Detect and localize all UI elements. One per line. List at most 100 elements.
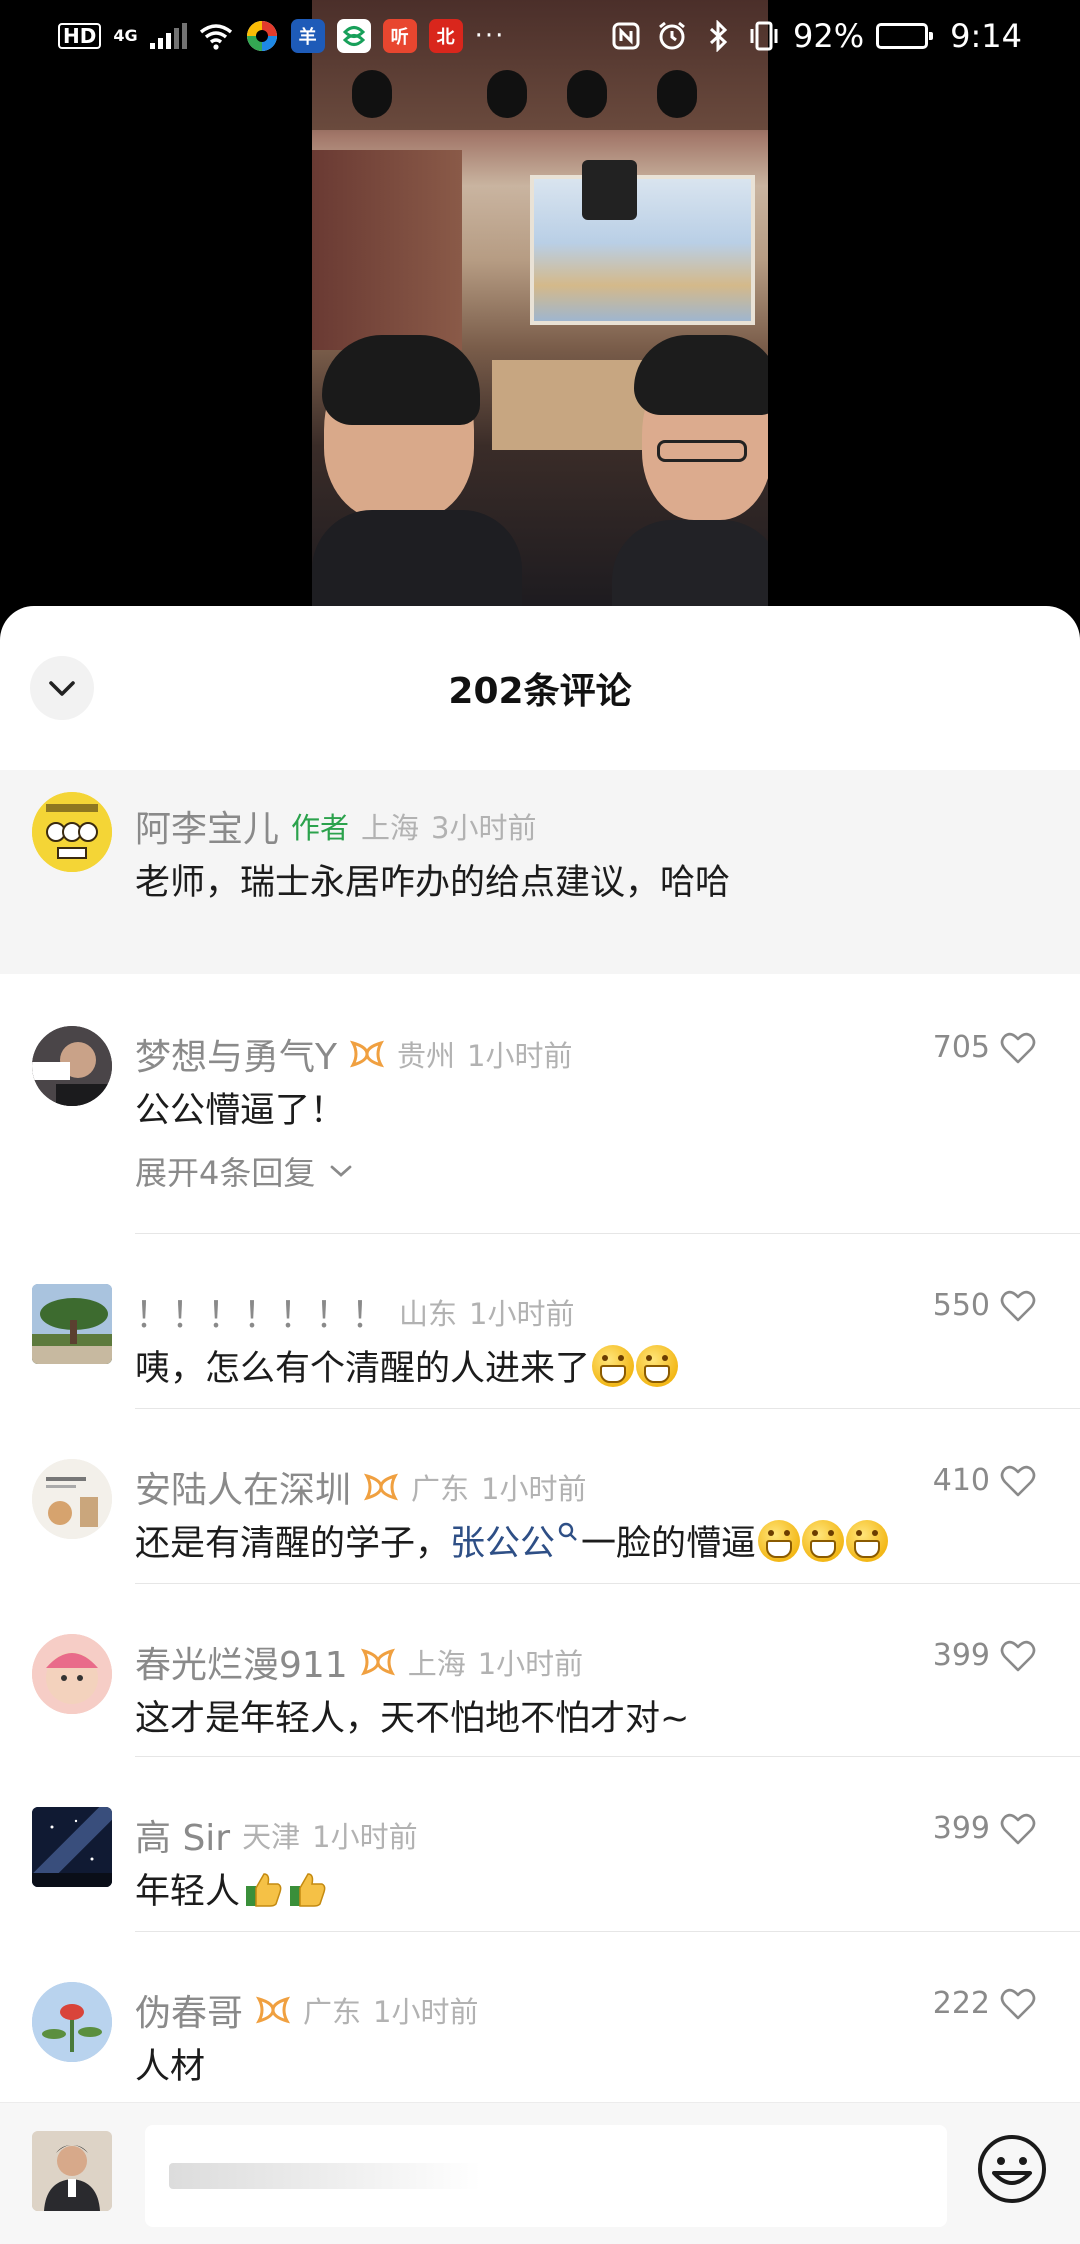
like-button[interactable]: 550 (933, 1288, 1036, 1323)
commenter-name[interactable]: 阿李宝儿 (135, 800, 279, 852)
alarm-icon (655, 19, 689, 53)
student-hair (634, 335, 768, 415)
hd-indicator: HD (58, 23, 102, 49)
commenter-name[interactable]: 春光烂漫911 (135, 1636, 348, 1688)
grin-emoji-icon (802, 1519, 845, 1562)
mention-link[interactable]: 张公公 (450, 1515, 555, 1566)
expand-replies-label: 展开4条回复 (135, 1154, 316, 1192)
like-button[interactable]: 399 (933, 1638, 1036, 1673)
like-count: 399 (932, 1811, 990, 1846)
avatar[interactable] (32, 1982, 112, 2062)
stage-light (567, 70, 607, 118)
video-frame[interactable] (312, 0, 768, 620)
comment-time: 1小时前 (469, 1297, 575, 1331)
comment-meta: 梦想与勇气Y 贵州 1小时前 (135, 1028, 572, 1080)
grin-emoji-icon (636, 1344, 679, 1387)
avatar[interactable] (32, 1026, 112, 1106)
comment-item[interactable]: 高 Sir 天津 1小时前 399 年轻人 (0, 1757, 1080, 1932)
student-hair (322, 335, 480, 425)
avatar[interactable] (32, 1634, 112, 1714)
comment-text: 还是有清醒的学子， 张公公 一脸的懵逼 (135, 1515, 889, 1566)
heart-icon (1000, 1290, 1036, 1321)
like-count: 705 (932, 1030, 990, 1065)
expand-replies-button[interactable]: 展开4条回复 (135, 1148, 353, 1194)
emoji-icon[interactable] (976, 2133, 1048, 2205)
comment-input[interactable] (145, 2125, 947, 2227)
more-notifications: ··· (474, 21, 506, 51)
comment-time: 1小时前 (467, 1039, 573, 1073)
grin-emoji-icon (758, 1519, 801, 1562)
sheet-header: 202条评论 (0, 606, 1080, 770)
comment-item[interactable]: 梦想与勇气Y 贵州 1小时前 705 公公懵逼了！ 展开4条回复 (0, 976, 1080, 1234)
comment-text: 这才是年轻人，天不怕地不怕才对~ (135, 1699, 690, 1739)
battery-percent: 92% (793, 17, 865, 55)
heart-icon (1000, 1032, 1036, 1063)
comment-item[interactable]: 伪春哥 广东 1小时前 222 人材 (0, 1932, 1080, 2102)
heart-icon (1000, 1813, 1036, 1844)
grin-emoji-icon (592, 1344, 635, 1387)
like-count: 550 (932, 1288, 990, 1323)
comment-text-body: 年轻人 (135, 1872, 241, 1912)
comment-location: 贵州 (397, 1039, 456, 1073)
like-button[interactable]: 410 (933, 1463, 1036, 1498)
author-tag: 作者 (291, 811, 350, 845)
like-button[interactable]: 399 (933, 1811, 1036, 1846)
comment-text-body: 还是有清醒的学子， (135, 1524, 451, 1564)
avatar[interactable] (32, 1284, 112, 1364)
fan-badge-icon (349, 1039, 385, 1069)
commenter-name[interactable]: 高 Sir (135, 1809, 230, 1861)
comment-meta: 高 Sir 天津 1小时前 (135, 1809, 418, 1861)
comment-text: 咦，怎么有个清醒的人进来了 (135, 1340, 679, 1391)
commenter-name[interactable]: 梦想与勇气Y (135, 1028, 337, 1080)
comment-time: 1小时前 (373, 1995, 479, 2029)
comment-time: 1小时前 (312, 1820, 418, 1854)
comment-input-bar (0, 2102, 1080, 2244)
collapse-button[interactable] (30, 656, 94, 720)
thumbs-up-emoji-icon (290, 1872, 326, 1907)
fan-badge-icon (255, 1995, 291, 2025)
comment-location: 山东 (399, 1297, 458, 1331)
chevron-down-icon (49, 681, 75, 696)
comment-text: 人材 (135, 2047, 206, 2087)
china-mobile-app-icon (336, 19, 371, 53)
clock: 9:14 (950, 17, 1022, 55)
comment-item[interactable]: 安陆人在深圳 广东 1小时前 410 还是有清醒的学子， 张公公 一脸的懵逼 (0, 1409, 1080, 1584)
comment-text-body: 咦，怎么有个清醒的人进来了 (135, 1349, 591, 1389)
avatar[interactable] (32, 792, 112, 872)
glasses (657, 440, 747, 462)
like-count: 222 (932, 1986, 990, 2021)
commenter-name[interactable]: 安陆人在深圳 (135, 1461, 351, 1513)
signal-icon (149, 23, 187, 49)
comment-location: 上海 (407, 1647, 466, 1681)
like-button[interactable]: 705 (933, 1030, 1036, 1065)
comment-location: 广东 (411, 1472, 470, 1506)
my-avatar[interactable] (32, 2131, 112, 2211)
comment-time: 3小时前 (431, 811, 537, 845)
commenter-name[interactable]: 伪春哥 (135, 1984, 243, 2036)
commenter-name[interactable]: ！！！！！！！ (135, 1286, 387, 1338)
stage-light (657, 70, 697, 118)
comment-meta: ！！！！！！！ 山东 1小时前 (135, 1286, 574, 1338)
comment-item[interactable]: ！！！！！！！ 山东 1小时前 550 咦，怎么有个清醒的人进来了 (0, 1234, 1080, 1409)
baidu-app-icon (245, 19, 279, 53)
avatar[interactable] (32, 1807, 112, 1887)
search-icon[interactable] (557, 1521, 579, 1547)
comments-sheet: 202条评论 阿李宝儿 作者 上海 3小时前 老师，瑞士永居咋办的给点建议，哈哈… (0, 606, 1080, 2244)
bj-app-icon: 北 (428, 19, 463, 53)
comment-item[interactable]: 春光烂漫911 上海 1小时前 399 这才是年轻人，天不怕地不怕才对~ (0, 1584, 1080, 1757)
comment-text-body: 一脸的懵逼 (581, 1524, 757, 1564)
projection-screen (530, 175, 755, 325)
like-button[interactable]: 222 (933, 1986, 1036, 2021)
comment-location: 上海 (361, 811, 420, 845)
comment-meta: 安陆人在深圳 广东 1小时前 (135, 1461, 586, 1513)
comment-text: 老师，瑞士永居咋办的给点建议，哈哈 (135, 863, 731, 903)
video-player[interactable] (0, 0, 1080, 620)
like-count: 410 (932, 1463, 990, 1498)
projector (582, 160, 637, 220)
avatar[interactable] (32, 1459, 112, 1539)
vibrate-icon (747, 19, 781, 53)
comment-meta: 阿李宝儿 作者 上海 3小时前 (135, 800, 537, 852)
student-body (612, 520, 768, 620)
heart-icon (1000, 1465, 1036, 1496)
pinned-comment[interactable]: 阿李宝儿 作者 上海 3小时前 老师，瑞士永居咋办的给点建议，哈哈 (0, 770, 1080, 974)
